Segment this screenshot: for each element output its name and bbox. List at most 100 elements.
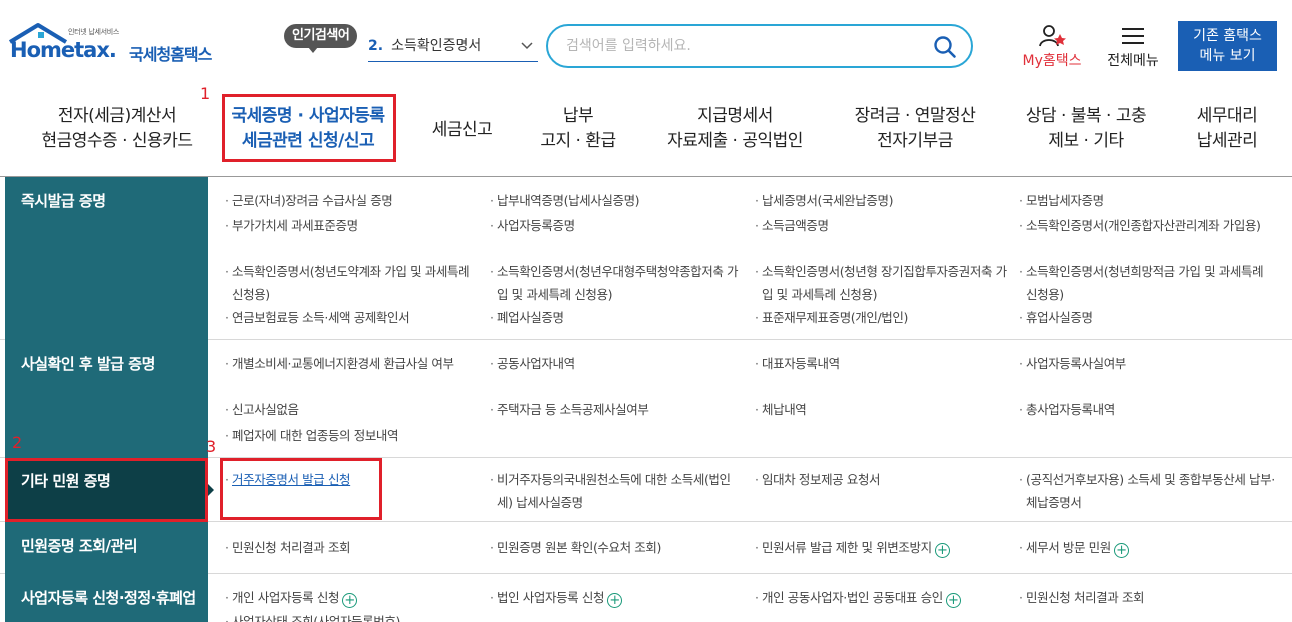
- annotation-box-2: [5, 458, 208, 522]
- menu-link[interactable]: 공동사업자내역: [488, 352, 743, 375]
- logo-brand: Hometax.: [10, 38, 117, 62]
- annotation-number-1: 1: [200, 84, 211, 103]
- gnb-label: 제보 · 기타: [1048, 131, 1124, 151]
- menu-link[interactable]: 납부내역증명(납세사실증명): [488, 189, 743, 212]
- menu-link[interactable]: 휴업사실증명: [1017, 306, 1275, 329]
- global-navigation: 전자(세금)계산서 현금영수증 · 신용카드 국세증명 · 사업자등록 세금관련…: [0, 84, 1292, 176]
- popular-search-badge: 인기검색어: [284, 24, 358, 53]
- menu-link[interactable]: 주택자금 등 소득공제사실여부: [488, 398, 743, 421]
- menu-link[interactable]: 사업자등록사실여부: [1017, 352, 1275, 375]
- menu-link[interactable]: 납세증명서(국세완납증명): [753, 189, 1008, 212]
- menu-link[interactable]: 폐업사실증명: [488, 306, 743, 329]
- menu-link[interactable]: 총사업자등록내역: [1017, 398, 1275, 421]
- menu-link[interactable]: 비거주자등의국내원천소득에 대한 소득세(법인세) 납세사실증명: [488, 468, 743, 514]
- menu-link[interactable]: 대표자등록내역: [753, 352, 1008, 375]
- menu-link[interactable]: 민원서류 발급 제한 및 위변조방지+: [753, 536, 1008, 559]
- hamburger-icon: [1122, 28, 1144, 44]
- annotation-box-3: [220, 458, 382, 520]
- my-hometax-label: My홈택스: [1022, 53, 1082, 69]
- hometax-logo[interactable]: 인터넷 납세서비스 Hometax. 국세청홈택스: [6, 22, 226, 66]
- search-icon[interactable]: [933, 35, 957, 59]
- plus-circle-icon[interactable]: +: [945, 593, 961, 608]
- menu-link[interactable]: 폐업자에 대한 업종등의 정보내역: [223, 424, 478, 447]
- menu-link-label: 개인 공동사업자·법인 공동대표 승인: [762, 590, 943, 605]
- mega-menu: 즉시발급 증명 근로(자녀)장려금 수급사실 증명 납부내역증명(납세사실증명)…: [0, 176, 1292, 622]
- menu-link[interactable]: 소득확인증명서(청년형 장기집합투자증권저축 가입 및 과세특례 신청용): [753, 260, 1008, 306]
- gnb-label: 전자기부금: [877, 131, 953, 151]
- menu-link-label: 민원서류 발급 제한 및 위변조방지: [762, 540, 932, 555]
- gnb-label: 전자(세금)계산서: [57, 106, 177, 126]
- menu-row-instant-certificates: 즉시발급 증명 근로(자녀)장려금 수급사실 증명 납부내역증명(납세사실증명)…: [0, 177, 1292, 340]
- plus-circle-icon[interactable]: +: [1113, 543, 1129, 558]
- plus-circle-icon[interactable]: +: [607, 593, 623, 608]
- classic-hometax-line1: 기존 홈택스: [1193, 28, 1262, 44]
- row-heading[interactable]: 즉시발급 증명: [5, 177, 208, 340]
- plus-circle-icon[interactable]: +: [342, 593, 358, 608]
- gnb-label: 상담 · 불복 · 고충: [1025, 106, 1147, 126]
- gnb-label: 납부: [562, 106, 594, 126]
- classic-hometax-button[interactable]: 기존 홈택스 메뉴 보기: [1178, 21, 1277, 71]
- gnb-label: 세금신고: [431, 120, 493, 140]
- menu-link[interactable]: 사업자등록증명: [488, 214, 743, 237]
- menu-link[interactable]: 소득확인증명서(청년도약계좌 가입 및 과세특례 신청용): [223, 260, 478, 306]
- logo-tagline: 인터넷 납세서비스: [68, 28, 120, 36]
- menu-link[interactable]: (공직선거후보자용) 소득세 및 종합부동산세 납부·체납증명서: [1017, 468, 1275, 514]
- popular-keyword-dropdown[interactable]: 2. 소득확인증명서: [368, 30, 538, 62]
- row-heading[interactable]: 사실확인 후 발급 증명: [5, 340, 208, 458]
- chevron-down-icon: [520, 30, 534, 75]
- popular-keyword-text: 소득확인증명서: [391, 38, 482, 54]
- gnb-incentives[interactable]: 장려금 · 연말정산 전자기부금: [842, 104, 988, 154]
- menu-link[interactable]: 개인 공동사업자·법인 공동대표 승인+: [753, 586, 1008, 609]
- menu-link[interactable]: 표준재무제표증명(개인/법인): [753, 306, 1008, 329]
- menu-link[interactable]: 연금보험료등 소득·세액 공제확인서: [223, 306, 478, 329]
- menu-row-business-registration: 사업자등록 신청·정정·휴폐업 개인 사업자등록 신청+ 법인 사업자등록 신청…: [0, 574, 1292, 622]
- annotation-box-1: [222, 94, 396, 162]
- row-heading[interactable]: 민원증명 조회/관리: [5, 522, 208, 574]
- search-input[interactable]: [566, 34, 926, 58]
- menu-link[interactable]: 소득확인증명서(청년희망적금 가입 및 과세특례 신청용): [1017, 260, 1275, 306]
- menu-link[interactable]: 부가가치세 과세표준증명: [223, 214, 478, 237]
- gnb-label: 장려금 · 연말정산: [854, 106, 976, 126]
- my-hometax-button[interactable]: My홈택스: [1016, 24, 1088, 70]
- annotation-number-2: 2: [12, 433, 23, 452]
- menu-link[interactable]: 민원신청 처리결과 조회: [223, 536, 478, 559]
- menu-link-label: 법인 사업자등록 신청: [497, 590, 605, 605]
- menu-link[interactable]: 신고사실없음: [223, 398, 478, 421]
- menu-link[interactable]: 사업자상태 조회(사업자등록번호): [223, 610, 478, 622]
- menu-row-certificate-management: 민원증명 조회/관리 민원신청 처리결과 조회 민원증명 원본 확인(수요처 조…: [0, 522, 1292, 574]
- user-star-icon: [1039, 25, 1066, 47]
- menu-link[interactable]: 근로(자녀)장려금 수급사실 증명: [223, 189, 478, 212]
- gnb-payment[interactable]: 납부 고지 · 환급: [522, 104, 634, 154]
- menu-link[interactable]: 민원증명 원본 확인(수요처 조회): [488, 536, 743, 559]
- menu-link[interactable]: 세무서 방문 민원+: [1017, 536, 1275, 559]
- gnb-tax-agent[interactable]: 세무대리 납세관리: [1182, 104, 1272, 154]
- menu-link[interactable]: 모범납세자증명: [1017, 189, 1275, 212]
- logo-brand-korean: 국세청홈택스: [129, 45, 212, 64]
- gnb-consultation[interactable]: 상담 · 불복 · 고충 제보 · 기타: [1016, 104, 1156, 154]
- menu-link[interactable]: 민원신청 처리결과 조회: [1017, 586, 1275, 609]
- gnb-label: 고지 · 환급: [540, 131, 616, 151]
- menu-link[interactable]: 임대차 정보제공 요청서: [753, 468, 1008, 491]
- menu-link[interactable]: 소득확인증명서(개인종합자산관리계좌 가입용): [1017, 214, 1275, 237]
- gnb-tax-return[interactable]: 세금신고: [422, 118, 502, 143]
- gnb-label: 지급명세서: [697, 106, 773, 126]
- all-menu-button[interactable]: 전체메뉴: [1098, 24, 1168, 70]
- menu-link[interactable]: 개인 사업자등록 신청+: [223, 586, 478, 609]
- gnb-e-invoice[interactable]: 전자(세금)계산서 현금영수증 · 신용카드: [22, 104, 212, 154]
- menu-link[interactable]: 소득금액증명: [753, 214, 1008, 237]
- popular-keyword-rank: 2.: [368, 38, 384, 54]
- menu-row-verified-certificates: 사실확인 후 발급 증명 개별소비세·교통에너지환경세 환급사실 여부 공동사업…: [0, 340, 1292, 458]
- gnb-label: 현금영수증 · 신용카드: [41, 131, 193, 151]
- plus-circle-icon[interactable]: +: [934, 543, 950, 558]
- gnb-label: 세무대리: [1196, 106, 1258, 126]
- annotation-number-3: 3: [206, 437, 217, 456]
- menu-link[interactable]: 소득확인증명서(청년우대형주택청약종합저축 가입 및 과세특례 신청용): [488, 260, 743, 306]
- menu-link[interactable]: 법인 사업자등록 신청+: [488, 586, 743, 609]
- menu-link[interactable]: 체납내역: [753, 398, 1008, 421]
- menu-link[interactable]: 개별소비세·교통에너지환경세 환급사실 여부: [223, 352, 478, 375]
- gnb-label: 납세관리: [1196, 131, 1258, 151]
- row-heading[interactable]: 사업자등록 신청·정정·휴폐업: [5, 574, 208, 622]
- menu-link-label: 개인 사업자등록 신청: [232, 590, 340, 605]
- gnb-payment-statement[interactable]: 지급명세서 자료제출 · 공익법인: [660, 104, 810, 154]
- classic-hometax-line2: 메뉴 보기: [1199, 48, 1256, 64]
